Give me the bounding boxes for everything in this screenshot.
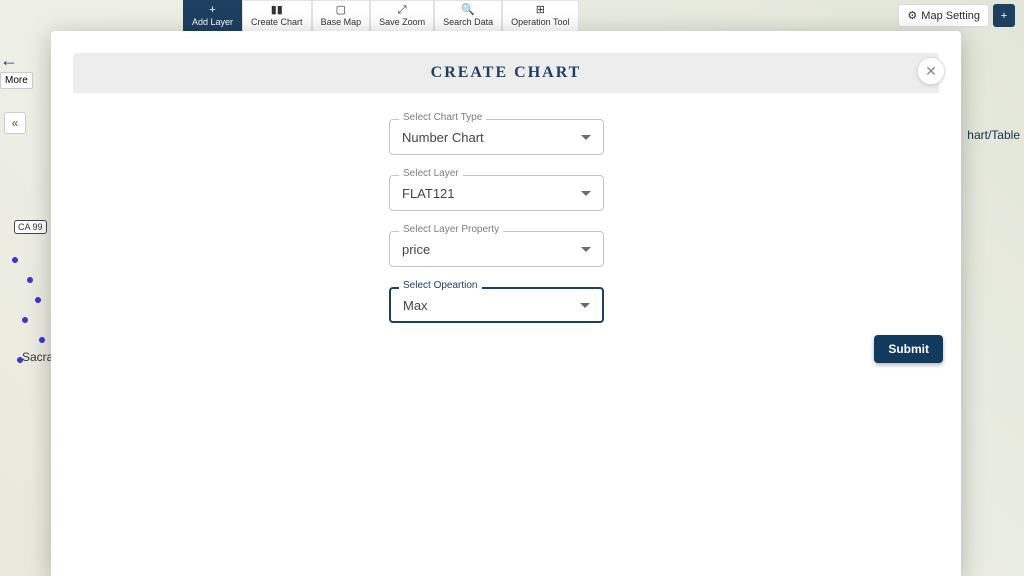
operation-field[interactable]: Select Opeartion Max bbox=[389, 287, 606, 323]
layer-property-field[interactable]: Select Layer Property price bbox=[389, 231, 606, 267]
modal-title: CREATE CHART bbox=[431, 64, 582, 82]
layer-value: FLAT121 bbox=[402, 186, 455, 201]
create-chart-form: Select Chart Type Number Chart Select La… bbox=[51, 93, 606, 343]
operation-label: Select Opeartion bbox=[399, 280, 482, 291]
layer-property-label: Select Layer Property bbox=[399, 224, 503, 235]
modal-overlay: CREATE CHART ✕ Select Chart Type Number … bbox=[0, 0, 1024, 576]
chevron-down-icon bbox=[581, 135, 591, 140]
chevron-down-icon bbox=[580, 303, 590, 308]
chart-type-value: Number Chart bbox=[402, 130, 484, 145]
layer-property-value: price bbox=[402, 242, 430, 257]
close-button[interactable]: ✕ bbox=[917, 57, 945, 85]
close-icon: ✕ bbox=[925, 63, 937, 80]
chart-type-label: Select Chart Type bbox=[399, 112, 486, 123]
chart-type-field[interactable]: Select Chart Type Number Chart bbox=[389, 119, 606, 155]
operation-value: Max bbox=[403, 298, 428, 313]
create-chart-modal: CREATE CHART ✕ Select Chart Type Number … bbox=[51, 31, 961, 576]
submit-button[interactable]: Submit bbox=[874, 335, 943, 363]
chevron-down-icon bbox=[581, 247, 591, 252]
modal-header: CREATE CHART ✕ bbox=[73, 53, 939, 93]
layer-label: Select Layer bbox=[399, 168, 463, 179]
layer-field[interactable]: Select Layer FLAT121 bbox=[389, 175, 606, 211]
chevron-down-icon bbox=[581, 191, 591, 196]
